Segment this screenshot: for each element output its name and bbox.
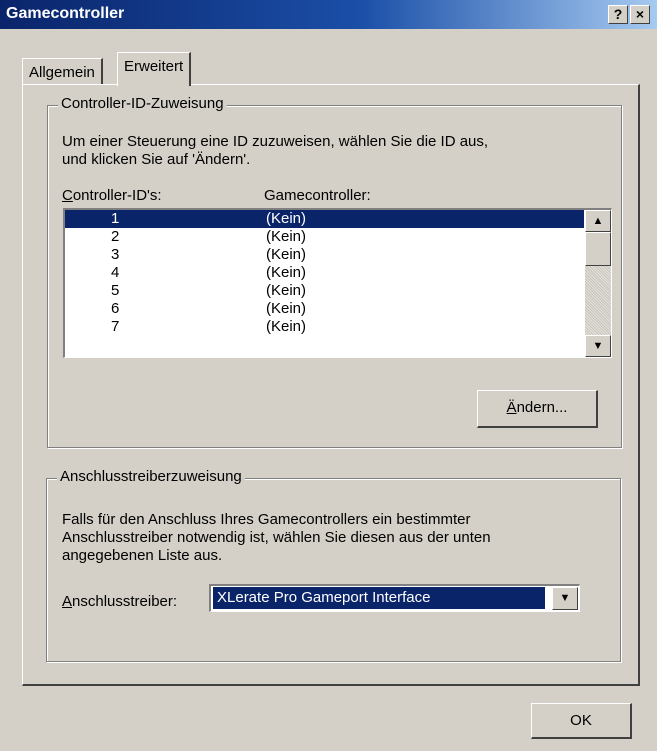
driver-dropdown-button[interactable]: ▼ [552, 587, 578, 610]
change-button-rest: ndern... [516, 399, 568, 416]
list-row-3[interactable]: 3 (Kein) [65, 246, 584, 264]
row-controller: (Kein) [266, 318, 307, 335]
title-bar[interactable]: Gamecontroller ? × [0, 0, 657, 29]
row-id: 3 [111, 246, 120, 263]
list-row-5[interactable]: 5 (Kein) [65, 282, 584, 300]
row-id: 2 [111, 228, 120, 245]
close-button[interactable]: × [630, 5, 650, 24]
driver-description-line3: angegebenen Liste aus. [62, 547, 223, 564]
column-header-ids-mnemonic: C [62, 187, 73, 204]
change-button[interactable]: Ändern... [477, 390, 598, 428]
row-controller: (Kein) [266, 246, 307, 263]
tab-allgemein-label: Allgemein [29, 64, 95, 81]
triangle-down-icon: ▼ [592, 340, 604, 352]
driver-group-legend: Anschlusstreiberzuweisung [57, 468, 245, 485]
scroll-thumb[interactable] [585, 232, 611, 266]
row-id: 6 [111, 300, 120, 317]
controller-id-list[interactable]: 1 (Kein) 2 (Kein) 3 (Kein) 4 (Kein) 5 (Kein) … [63, 208, 612, 358]
list-row-6[interactable]: 6 (Kein) [65, 300, 584, 318]
column-header-ids-rest: ontroller-ID's: [72, 187, 162, 204]
driver-label-mnemonic: A [62, 593, 73, 610]
list-scrollbar[interactable]: ▲ ▼ [585, 210, 611, 357]
row-controller: (Kein) [266, 228, 307, 245]
id-description-line2: und klicken Sie auf 'Ändern'. [62, 151, 251, 168]
id-description-line1: Um einer Steuerung eine ID zuzuweisen, w… [62, 133, 489, 150]
row-id: 5 [111, 282, 120, 299]
list-row-4[interactable]: 4 (Kein) [65, 264, 584, 282]
driver-description-line2: Anschlusstreiber notwendig ist, wählen S… [62, 529, 491, 546]
change-button-mnemonic: Ä [506, 399, 517, 416]
triangle-down-icon: ▼ [559, 592, 571, 604]
scroll-up-button[interactable]: ▲ [585, 210, 611, 232]
ok-button[interactable]: OK [531, 703, 632, 739]
driver-select[interactable]: XLerate Pro Gameport Interface ▼ [209, 584, 580, 612]
list-row-1[interactable]: 1 (Kein) [65, 210, 584, 228]
tab-erweitert[interactable]: Erweitert [117, 52, 192, 86]
triangle-up-icon: ▲ [592, 215, 604, 227]
row-controller: (Kein) [266, 264, 307, 281]
row-id: 4 [111, 264, 120, 281]
driver-label: Anschlusstreiber: [62, 592, 177, 611]
scroll-down-button[interactable]: ▼ [585, 335, 611, 357]
driver-description-line1: Falls für den Anschluss Ihres Gamecontro… [62, 511, 471, 528]
tab-erweitert-label: Erweitert [124, 58, 184, 75]
window-title: Gamecontroller [6, 5, 125, 22]
tab-allgemein[interactable]: Allgemein [22, 58, 103, 85]
row-controller: (Kein) [266, 282, 307, 299]
driver-group: Anschlusstreiberzuweisung [46, 468, 621, 662]
controller-id-group-legend: Controller-ID-Zuweisung [58, 95, 227, 112]
help-button[interactable]: ? [608, 5, 628, 24]
row-id: 7 [111, 318, 120, 335]
row-id: 1 [111, 210, 120, 227]
dialog-window: Gamecontroller ? × Allgemein Controller-… [0, 0, 657, 751]
row-controller: (Kein) [266, 210, 307, 227]
row-controller: (Kein) [266, 300, 307, 317]
list-row-2[interactable]: 2 (Kein) [65, 228, 584, 246]
driver-select-value: XLerate Pro Gameport Interface [212, 586, 546, 610]
column-header-ids: Controller-ID's: [62, 186, 162, 205]
driver-label-rest: nschlusstreiber: [72, 593, 178, 610]
column-header-controller: Gamecontroller: [264, 187, 371, 204]
list-row-7[interactable]: 7 (Kein) [65, 318, 584, 336]
